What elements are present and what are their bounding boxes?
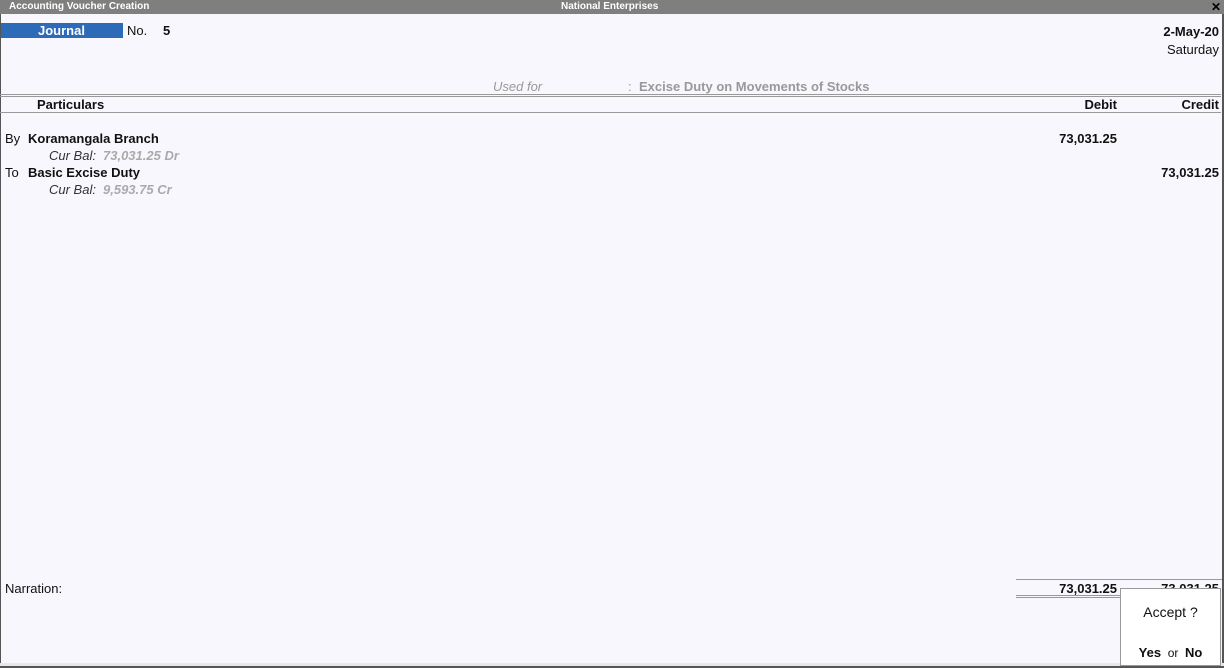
entry-dr-cr[interactable]: To	[5, 165, 19, 180]
bottom-strip	[0, 663, 1224, 666]
header-top-divider	[0, 94, 1221, 95]
voucher-number[interactable]: 5	[163, 23, 170, 38]
voucher-no-label: No.	[127, 23, 148, 38]
column-header-credit: Credit	[1181, 97, 1219, 112]
accept-dialog: Accept ? Yes or No	[1120, 588, 1221, 666]
entry-cur-bal-value: 73,031.25 Dr	[103, 148, 179, 163]
header-top-divider-2	[0, 96, 1221, 97]
window-titlebar: Accounting Voucher Creation National Ent…	[0, 0, 1224, 14]
voucher-type-field[interactable]: Journal	[1, 23, 123, 38]
accept-prompt: Accept ?	[1143, 604, 1198, 620]
totals-top-rule	[1016, 579, 1222, 580]
entry-ledger-name[interactable]: Basic Excise Duty	[28, 165, 140, 180]
voucher-date[interactable]: 2-May-20	[1163, 24, 1219, 39]
entry-cur-bal-label: Cur Bal:	[49, 148, 96, 163]
entry-cur-bal-label: Cur Bal:	[49, 182, 96, 197]
entry-debit-amount[interactable]: 73,031.25	[1059, 131, 1117, 146]
entry-credit-amount[interactable]: 73,031.25	[1161, 165, 1219, 180]
used-for-colon: :	[628, 79, 632, 94]
entry-cur-bal-value: 9,593.75 Cr	[103, 182, 172, 197]
voucher-entry-row[interactable]: By Koramangala Branch Cur Bal: 73,031.25…	[0, 131, 1224, 165]
used-for-value[interactable]: Excise Duty on Movements of Stocks	[639, 79, 869, 94]
company-name: National Enterprises	[561, 1, 659, 12]
column-header-particulars: Particulars	[37, 97, 105, 112]
used-for-label: Used for	[493, 79, 543, 94]
window-title: Accounting Voucher Creation	[9, 1, 150, 12]
or-separator: or	[1167, 646, 1179, 660]
totals-bottom-rule	[1016, 595, 1120, 596]
column-header-debit: Debit	[1084, 97, 1118, 112]
voucher-entry-row[interactable]: To Basic Excise Duty Cur Bal: 9,593.75 C…	[0, 165, 1224, 199]
totals-bottom-rule-2	[1016, 597, 1120, 598]
accept-options: Yes or No	[1121, 645, 1220, 660]
narration-field[interactable]: Narration:	[5, 581, 62, 596]
entry-dr-cr[interactable]: By	[5, 131, 20, 146]
no-button[interactable]: No	[1185, 645, 1202, 660]
yes-button[interactable]: Yes	[1139, 645, 1161, 660]
entry-ledger-name[interactable]: Koramangala Branch	[28, 131, 159, 146]
total-debit: 73,031.25	[1059, 581, 1117, 596]
header-bottom-divider	[0, 112, 1221, 113]
close-icon[interactable]: ✕	[1211, 0, 1221, 14]
voucher-day: Saturday	[1166, 42, 1219, 57]
